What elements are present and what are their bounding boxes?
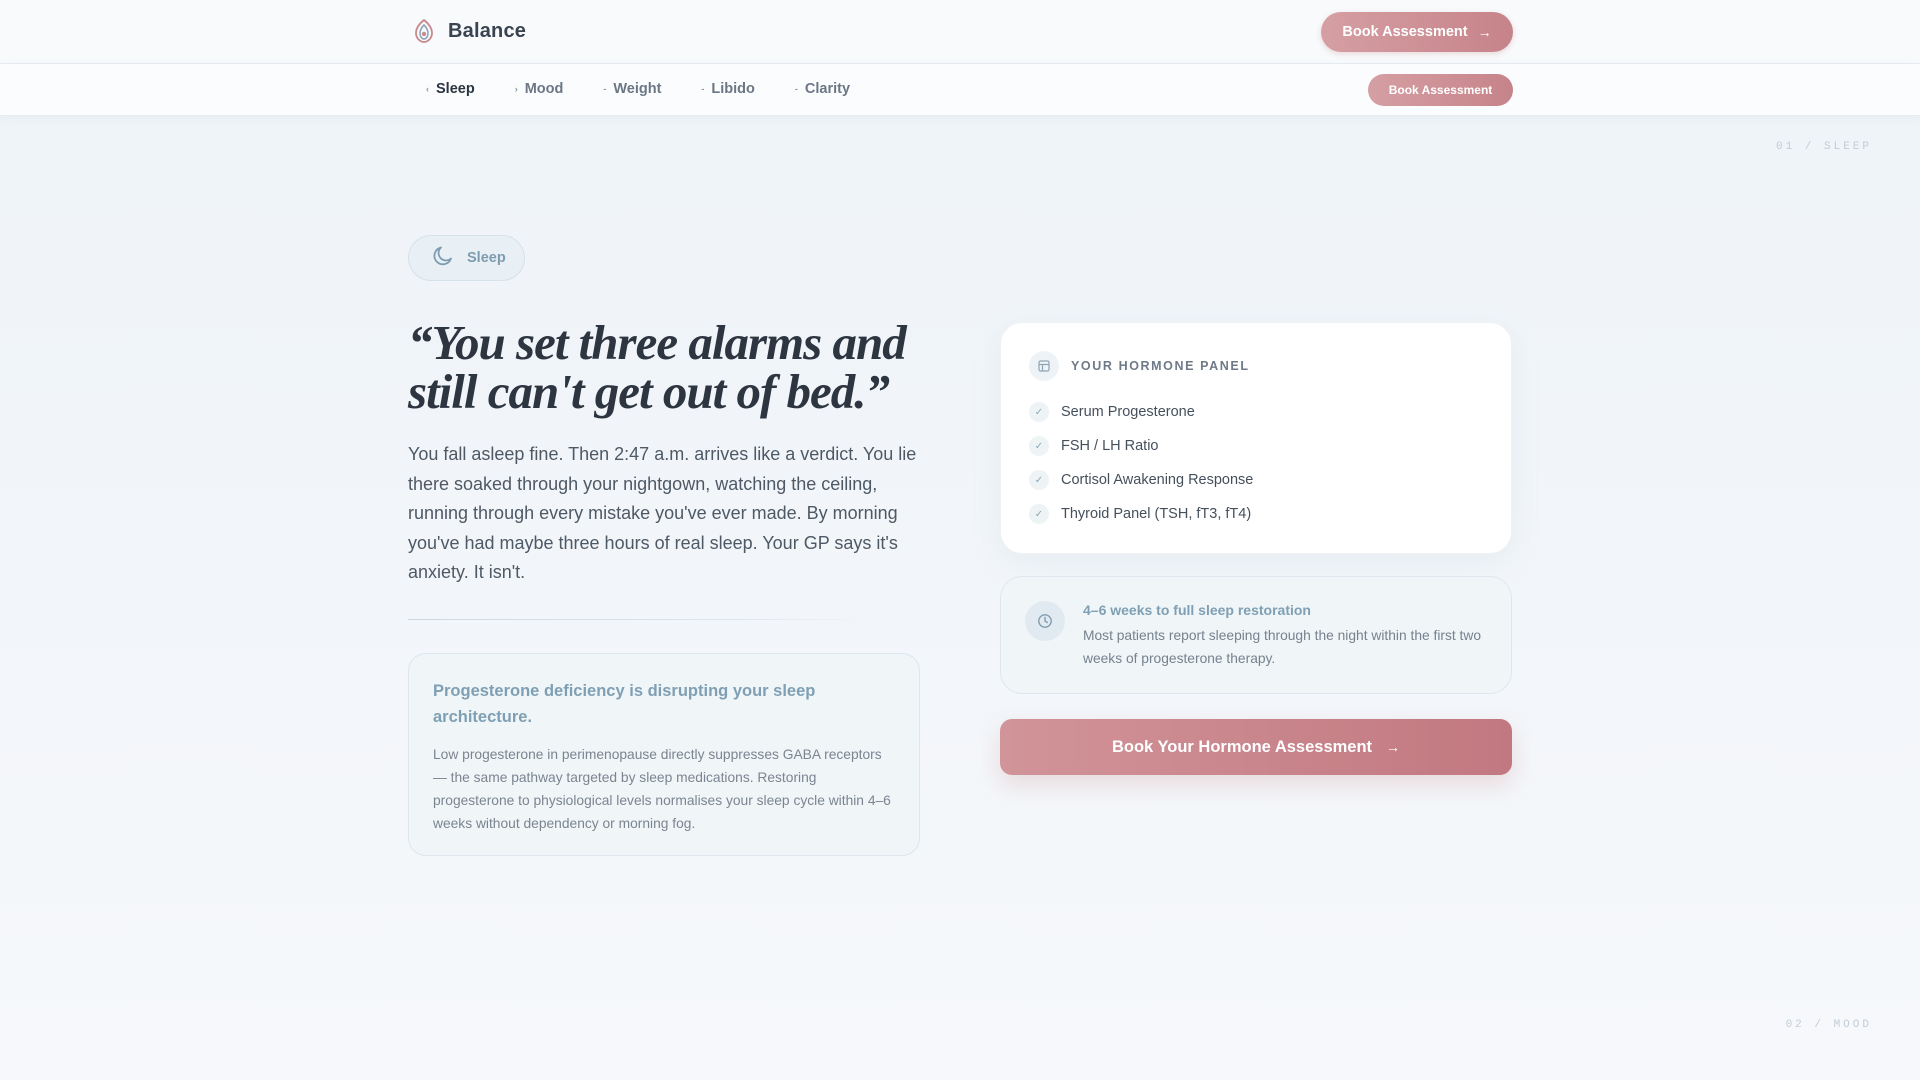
nav-item-mood[interactable]: › Mood [515,81,564,97]
nav-dot-icon: - [701,84,705,94]
nav-item-label: Weight [613,81,662,97]
section-nav-items: ‹ Sleep › Mood - Weight - Libido - Clari… [426,81,890,97]
panel-item-label: Thyroid Panel (TSH, fT3, fT4) [1061,506,1252,522]
panel-item: ✓ Cortisol Awakening Response [1029,463,1483,497]
section-marker-next: 02 / MOOD [1785,1019,1872,1031]
nav-item-weight[interactable]: - Weight [603,81,661,97]
panel-item-label: Serum Progesterone [1061,404,1195,420]
clock-icon [1025,601,1065,641]
nav-item-label: Clarity [804,81,851,97]
insight-body: Low progesterone in perimenopause direct… [433,747,891,831]
arrow-right-icon: → [1477,24,1492,40]
panel-item: ✓ Serum Progesterone [1029,395,1483,429]
moon-icon [431,244,455,273]
check-icon: ✓ [1029,402,1049,422]
cta-label: Book Your Hormone Assessment [1111,737,1373,756]
panel-item: ✓ FSH / LH Ratio [1029,429,1483,463]
nav-dot-icon: › [514,84,518,94]
book-assessment-button[interactable]: Book Assessment → [1321,12,1513,52]
nav-item-label: Sleep [436,81,475,97]
panel-header: YOUR HORMONE PANEL [1029,351,1483,381]
book-assessment-label: Book Assessment [1342,24,1468,40]
nav-dot-icon: ‹ [426,84,429,94]
arrow-right-icon: → [1386,739,1401,755]
divider [408,619,868,620]
nav-item-sleep[interactable]: ‹ Sleep [426,81,475,97]
lotus-logo-icon [412,18,436,44]
clipboard-icon [1029,351,1059,381]
check-icon: ✓ [1029,504,1049,524]
brand-name: Balance [448,19,527,42]
check-icon: ✓ [1029,470,1049,490]
nav-book-assessment-button[interactable]: Book Assessment [1368,74,1513,106]
section-chip: Sleep [408,235,525,281]
panel-title: YOUR HORMONE PANEL [1071,359,1250,373]
timeline-text: 4–6 weeks to full sleep restoration Most… [1083,601,1487,693]
brand[interactable]: Balance [412,18,526,44]
nav-item-clarity[interactable]: - Clarity [795,81,850,97]
nav-item-label: Mood [524,81,564,97]
nav-dot-icon: - [794,84,798,94]
insight-title: Progesterone deficiency is disrupting yo… [433,682,816,726]
section-marker-current: 01 / SLEEP [1775,141,1872,153]
panel-item: ✓ Thyroid Panel (TSH, fT3, fT4) [1029,497,1483,531]
section-nav: ‹ Sleep › Mood - Weight - Libido - Clari… [0,64,1920,116]
book-hormone-assessment-button[interactable]: Book Your Hormone Assessment → [1000,719,1512,775]
chip-label: Sleep [467,250,506,266]
timeline-title: 4–6 weeks to full sleep restoration [1083,602,1311,618]
timeline-card: 4–6 weeks to full sleep restoration Most… [1000,576,1512,694]
hero-body: You fall asleep fine. Then 2:47 a.m. arr… [408,444,917,582]
nav-item-libido[interactable]: - Libido [701,81,755,97]
timeline-body: Most patients report sleeping through th… [1083,628,1482,666]
panel-item-label: FSH / LH Ratio [1061,438,1159,454]
hero-headline: “You set three alarms and still can't ge… [408,315,907,419]
nav-item-label: Libido [711,81,755,97]
top-header: Balance Book Assessment → [0,0,1920,64]
panel-item-label: Cortisol Awakening Response [1061,472,1254,488]
nav-dot-icon: - [603,84,607,94]
insight-card: Progesterone deficiency is disrupting yo… [408,653,920,856]
hormone-panel-card: YOUR HORMONE PANEL ✓ Serum Progesterone … [1000,322,1512,554]
check-icon: ✓ [1029,436,1049,456]
